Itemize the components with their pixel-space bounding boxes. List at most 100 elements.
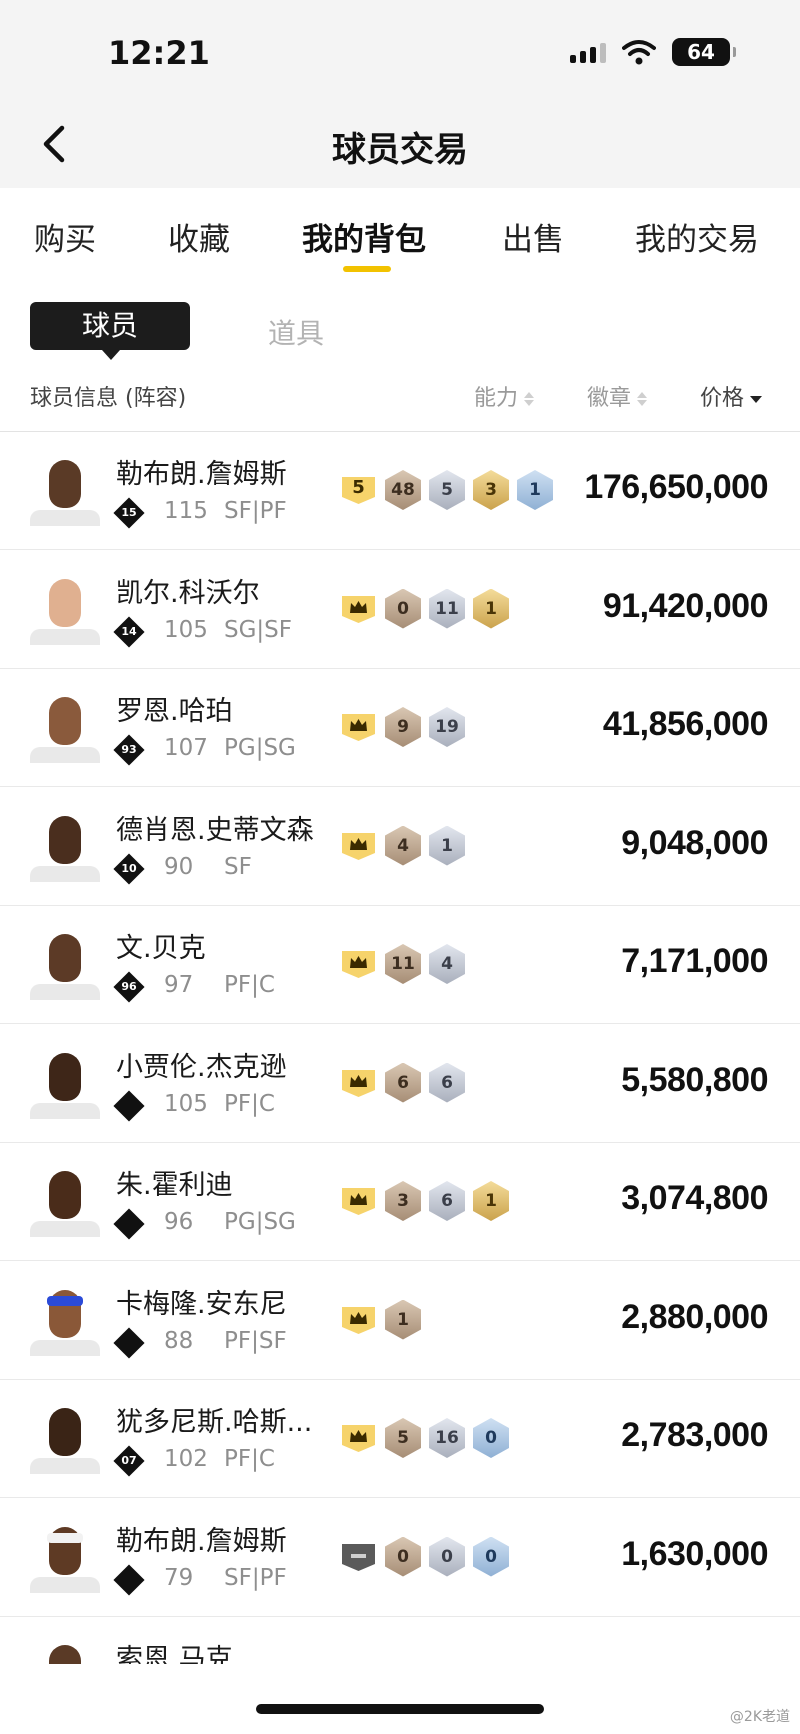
column-header: 球员信息 (阵容) 能力 徽章 价格 [0,372,800,432]
level-value: 5 [352,477,365,498]
tab-my-trades[interactable]: 我的交易 [635,214,759,259]
player-price: 2,783,000 [621,1416,768,1454]
player-row[interactable]: 罗恩.哈珀 93 107 PG|SG 9 19 41,856,000 [0,669,800,787]
tier-label [118,1569,140,1591]
player-avatar [30,1404,100,1474]
bronze-badge-count: 0 [385,1536,421,1577]
player-avatar [30,1523,100,1593]
player-price: 3,074,800 [621,1179,768,1217]
player-name: 朱.霍利迪 [116,1170,233,1201]
player-avatar [30,1641,100,1664]
wifi-icon [622,40,656,65]
player-row[interactable]: 卡梅隆.安东尼 88 PF|SF 1 2,880,000 [0,1262,800,1380]
tab-favorites[interactable]: 收藏 [168,214,230,259]
sort-icon [637,392,648,406]
crown-icon [340,1186,377,1216]
player-price: 41,856,000 [602,705,769,743]
player-position: PG|SG [224,1209,296,1235]
active-tab-indicator [343,266,391,272]
bronze-badge-count: 6 [385,1062,421,1103]
subtab-players[interactable]: 球员 [30,302,190,360]
badge-group: 41 [340,825,465,866]
crown-icon [340,1305,377,1335]
col-ability[interactable]: 能力 [474,380,535,412]
player-position: SF [224,853,252,880]
player-position: SF|PF [224,1564,287,1591]
gold-badge-count: 3 [473,470,509,510]
bronze-badge-count: 3 [385,1181,421,1221]
player-price: 91,420,000 [602,586,769,625]
player-avatar [30,575,100,645]
silver-badge-count: 1 [429,825,465,866]
player-position: PF|C [224,1446,275,1472]
player-row[interactable]: 勒布朗.詹姆斯 79 SF|PF 0 0 0 1,630,000 [0,1499,800,1617]
col-price[interactable]: 价格 [700,380,763,412]
player-ovr: 102 [164,1446,208,1472]
sort-desc-icon [750,395,763,403]
badge-group: 1 [340,1299,421,1340]
silver-badge-count: 16 [429,1418,465,1458]
tier-label: 14 [121,624,137,638]
badge-group: 11 4 [340,944,465,984]
bronze-badge-count: 5 [385,1418,421,1458]
player-row[interactable]: 勒布朗.詹姆斯 15 115 SF|PF 5 48 5 3 1 176,650,000 [0,432,800,550]
bronze-badge-count: 11 [385,944,421,984]
tier-label [118,1095,140,1117]
player-name: 凯尔.科沃尔 [116,577,260,609]
player-ovr: 105 [164,616,208,643]
tier-label: 07 [121,1454,137,1467]
col-badges-label: 徽章 [587,386,632,411]
gold-badge-count: 1 [473,1181,509,1221]
badge-group: 5 48 5 3 1 [340,470,553,510]
silver-badge-count: 6 [429,1062,465,1103]
player-row[interactable]: 文.贝克 96 97 PF|C 11 4 7,171,000 [0,906,800,1024]
status-bar: 12:21 64 [0,0,800,100]
tab-sell[interactable]: 出售 [502,214,564,259]
silver-badge-count: 11 [429,588,465,629]
player-position: PF|SF [224,1327,287,1354]
player-ovr: 79 [164,1564,194,1591]
player-avatar [30,1049,100,1119]
player-avatar [30,456,100,526]
player-avatar [30,930,100,1000]
status-icons: 64 [570,38,736,66]
bronze-badge-count: 0 [385,588,421,629]
player-row[interactable]: 索恩.马克 [0,1617,800,1664]
player-row[interactable]: 小贾伦.杰克逊 105 PF|C 6 6 5,580,800 [0,1025,800,1143]
crown-icon [340,831,377,861]
player-ovr: 88 [164,1327,194,1354]
player-row[interactable]: 犹多尼斯.哈斯... 07 102 PF|C 5 16 0 2,783,000 [0,1380,800,1498]
badge-group: 361 [340,1181,509,1221]
badge-group: 9 19 [340,707,465,747]
tab-my-backpack[interactable]: 我的背包 [302,214,426,259]
badge-group: 66 [340,1062,465,1103]
player-name: 德肖恩.史蒂文森 [116,814,314,846]
player-ovr: 97 [164,972,194,998]
hof-badge-count: 0 [473,1418,509,1458]
crown-icon [340,712,377,742]
player-row[interactable]: 凯尔.科沃尔 14 105 SG|SF 0 11 1 91,420,000 [0,551,800,669]
silver-badge-count: 6 [429,1181,465,1221]
watermark: @2K老道 [729,1709,790,1725]
player-price: 9,048,000 [621,823,768,862]
col-price-label: 价格 [700,386,745,411]
player-avatar [30,812,100,882]
tier-label: 93 [121,743,137,756]
tier-label [118,1213,140,1235]
silver-badge-count: 0 [429,1536,465,1577]
sub-tabs: 球员 道具 [0,300,800,360]
level-none-icon [340,1542,377,1572]
subtab-items[interactable]: 道具 [268,312,324,352]
hof-badge-count: 1 [517,470,553,510]
player-name: 小贾伦.杰克逊 [116,1051,287,1083]
silver-badge-count: 19 [429,707,465,747]
col-badges[interactable]: 徽章 [587,380,648,412]
tab-buy[interactable]: 购买 [34,214,96,259]
player-row[interactable]: 朱.霍利迪 96 PG|SG 3 6 1 3,074,800 [0,1143,800,1261]
crown-icon [340,1423,377,1453]
tier-label: 10 [121,861,137,875]
home-indicator[interactable] [256,1704,544,1714]
battery-icon: 64 [672,38,736,66]
crown-icon [340,594,377,624]
player-row[interactable]: 德肖恩.史蒂文森 10 90 SF 4 1 9,048,000 [0,788,800,906]
